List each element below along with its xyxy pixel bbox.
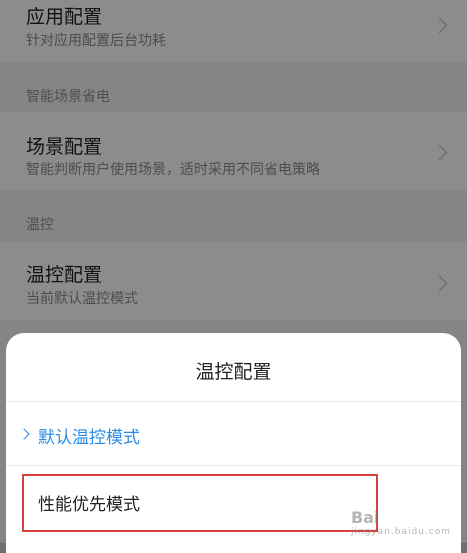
watermark-subtext: jingyan.baidu.com [350,527,451,537]
sheet-title: 温控配置 [195,361,272,383]
watermark-text: Bai [350,508,380,527]
option-default-temp-mode[interactable]: 默认温控模式 [6,402,461,464]
watermark: Bai jingyan.baidu.com [351,508,451,537]
highlight-box [22,474,378,532]
temp-config-bottom-sheet: 温控配置 默认温控模式 性能优先模式 Bai jingyan.baidu.com [6,333,461,553]
selected-chevron-icon [18,428,30,440]
option-label: 默认温控模式 [38,428,140,448]
